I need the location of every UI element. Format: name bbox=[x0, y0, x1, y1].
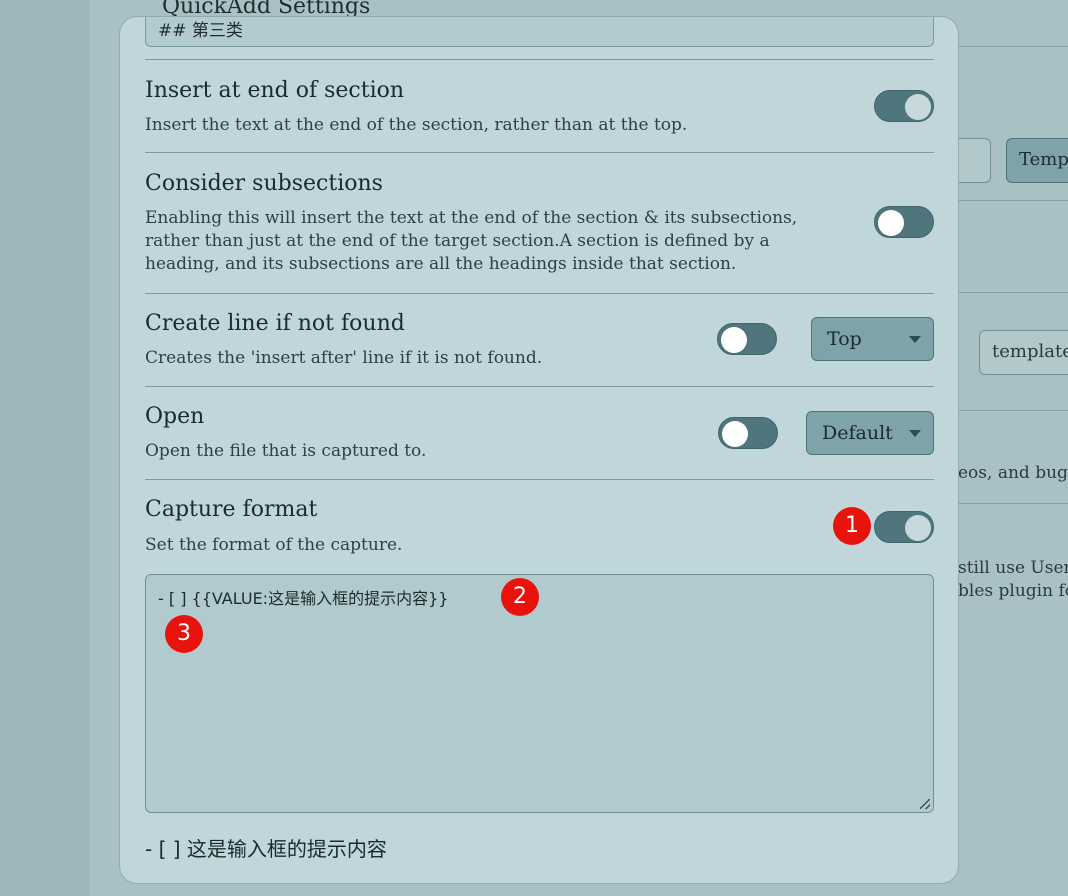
divider bbox=[145, 152, 934, 153]
create-line-toggle[interactable] bbox=[717, 323, 777, 355]
setting-desc-insert-at-end: Insert the text at the end of the sectio… bbox=[145, 115, 688, 135]
insert-after-input[interactable]: ## 第三类 bbox=[145, 17, 934, 47]
template-folder-input[interactable]: template bbox=[979, 330, 1068, 375]
capture-format-textarea[interactable]: - [ ] {{VALUE:这是输入框的提示内容}} bbox=[145, 574, 934, 813]
divider bbox=[145, 293, 934, 294]
dropdown-value: Top bbox=[827, 328, 862, 350]
dropdown-value: Default bbox=[822, 422, 893, 444]
description-text: eos, and bug bbox=[958, 463, 1068, 483]
toggle-knob bbox=[905, 94, 931, 120]
setting-name-create-line: Create line if not found bbox=[145, 311, 405, 336]
template-button[interactable]: Temp bbox=[1006, 138, 1068, 183]
textarea-content: - [ ] {{VALUE:这是输入框的提示内容}} bbox=[158, 589, 449, 608]
capture-settings-modal: ## 第三类 Insert at end of section Insert t… bbox=[119, 16, 959, 884]
divider bbox=[958, 46, 1068, 47]
setting-name-open: Open bbox=[145, 404, 205, 429]
open-mode-dropdown[interactable]: Default bbox=[806, 411, 934, 455]
description-text: still use User bbox=[958, 558, 1068, 578]
open-file-toggle[interactable] bbox=[718, 417, 778, 449]
toggle-knob bbox=[878, 210, 904, 236]
divider bbox=[958, 503, 1068, 504]
toggle-knob bbox=[722, 421, 748, 447]
setting-desc-create-line: Creates the 'insert after' line if it is… bbox=[145, 348, 543, 368]
divider bbox=[958, 410, 1068, 411]
setting-name-capture-format: Capture format bbox=[145, 497, 318, 522]
consider-subsections-toggle[interactable] bbox=[874, 206, 934, 238]
divider bbox=[958, 200, 1068, 201]
left-sidebar-strip bbox=[0, 0, 90, 896]
resize-handle[interactable] bbox=[920, 799, 930, 809]
toggle-knob bbox=[721, 327, 747, 353]
setting-desc-consider-subsections: Enabling this will insert the text at th… bbox=[145, 208, 798, 274]
divider bbox=[958, 292, 1068, 293]
annotation-badge-1: 1 bbox=[833, 507, 871, 545]
description-text: bles plugin fo bbox=[958, 581, 1068, 601]
setting-name-consider-subsections: Consider subsections bbox=[145, 171, 383, 196]
divider bbox=[145, 386, 934, 387]
divider bbox=[145, 479, 934, 480]
setting-name-insert-at-end: Insert at end of section bbox=[145, 78, 405, 103]
chevron-down-icon bbox=[909, 336, 921, 343]
chevron-down-icon bbox=[909, 430, 921, 437]
insert-at-end-toggle[interactable] bbox=[874, 90, 934, 122]
toggle-knob bbox=[905, 515, 931, 541]
capture-format-toggle[interactable] bbox=[874, 511, 934, 543]
annotation-badge-3: 3 bbox=[165, 615, 203, 653]
format-preview: - [ ] 这是输入框的提示内容 bbox=[145, 837, 387, 861]
setting-desc-capture-format: Set the format of the capture. bbox=[145, 535, 403, 555]
annotation-badge-2: 2 bbox=[501, 578, 539, 616]
setting-desc-open: Open the file that is captured to. bbox=[145, 441, 427, 461]
divider bbox=[145, 59, 934, 60]
create-line-position-dropdown[interactable]: Top bbox=[811, 317, 934, 361]
